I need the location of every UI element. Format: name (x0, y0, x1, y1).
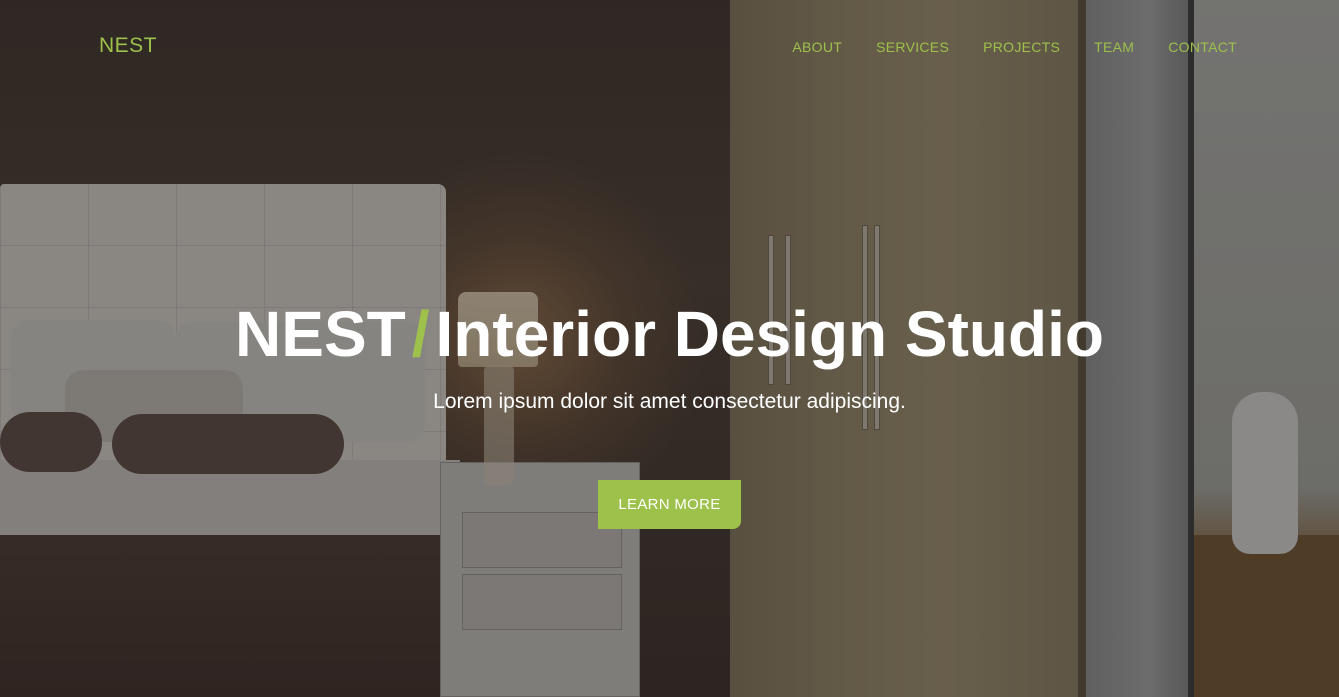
nav-link-services[interactable]: SERVICES (876, 39, 949, 55)
brand-logo-link[interactable]: NEST (99, 34, 157, 58)
nav-menu: ABOUT SERVICES PROJECTS TEAM CONTACT (758, 39, 1237, 57)
hero-title-slash: / (411, 298, 430, 370)
learn-more-button[interactable]: LEARN MORE (598, 480, 741, 529)
nav-link-projects[interactable]: PROJECTS (983, 39, 1060, 55)
nav-item-about: ABOUT (792, 39, 842, 57)
nav-item-projects: PROJECTS (983, 39, 1060, 57)
nav-item-contact: CONTACT (1168, 39, 1237, 57)
hero-title: NEST/Interior Design Studio (0, 302, 1339, 366)
hero-title-text: Interior Design Studio (435, 298, 1104, 370)
nav-item-services: SERVICES (876, 39, 949, 57)
top-navbar: NEST ABOUT SERVICES PROJECTS TEAM CONTAC… (0, 0, 1339, 90)
nav-link-about[interactable]: ABOUT (792, 39, 842, 55)
hero-title-brand: NEST (235, 298, 406, 370)
nav-item-team: TEAM (1094, 39, 1134, 57)
nav-link-team[interactable]: TEAM (1094, 39, 1134, 55)
nav-link-contact[interactable]: CONTACT (1168, 39, 1237, 55)
hero-subtitle: Lorem ipsum dolor sit amet consectetur a… (433, 390, 906, 413)
